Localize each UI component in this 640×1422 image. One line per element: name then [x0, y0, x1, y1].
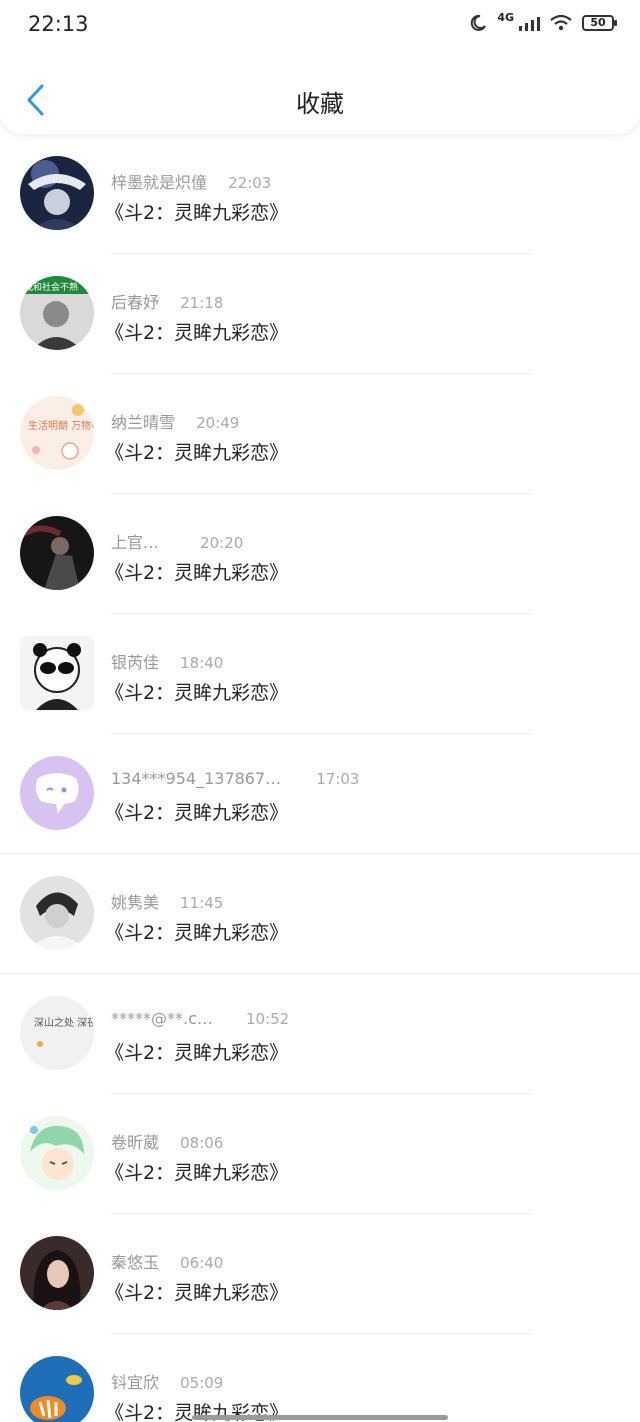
timestamp: 05:09: [180, 1374, 224, 1392]
list-item[interactable]: 134***954_137867… 17:03 《斗2：灵眸九彩恋》: [0, 734, 640, 854]
list-item[interactable]: 秦悠玉 06:40 《斗2：灵眸九彩恋》: [0, 1214, 640, 1334]
item-meta: 银芮佳 18:40: [111, 649, 223, 673]
item-content: 《斗2：灵眸九彩恋》: [105, 802, 289, 824]
avatar: [20, 876, 94, 950]
item-meta: *****@**.c… 10:52: [111, 1009, 289, 1028]
author-name: 银芮佳: [111, 653, 160, 672]
list-item[interactable]: 我和社会不熟 后春妤 21:18 《斗2：灵眸九彩恋》: [0, 254, 640, 374]
item-content: 《斗2：灵眸九彩恋》: [105, 322, 289, 344]
battery-icon: 50: [582, 15, 617, 31]
author-name: 纳兰晴雪: [111, 413, 176, 432]
home-indicator[interactable]: [192, 1415, 448, 1420]
status-time: 22:13: [28, 12, 89, 36]
svg-text:深山之处 深夜而: 深山之处 深夜而: [34, 1016, 94, 1029]
author-name: 梓墨就是炽僮: [111, 173, 208, 192]
timestamp: 18:40: [180, 654, 224, 672]
item-content: 《斗2：灵眸九彩恋》: [105, 1282, 289, 1304]
author-name: *****@**.c…: [111, 1009, 213, 1028]
item-meta: 后春妤 21:18: [111, 289, 223, 313]
author-name: 134***954_137867…: [111, 769, 282, 788]
timestamp: 20:20: [200, 534, 244, 552]
timestamp: 17:03: [316, 770, 360, 788]
timestamp: 08:06: [180, 1134, 224, 1152]
avatar: [20, 156, 94, 230]
battery-level: 50: [590, 16, 606, 29]
timestamp: 06:40: [180, 1254, 224, 1272]
item-content: 《斗2：灵眸九彩恋》: [105, 562, 289, 584]
avatar: [20, 516, 94, 590]
item-content: 《斗2：灵眸九彩恋》: [105, 442, 289, 464]
status-icons: 4G 50: [469, 10, 617, 32]
item-meta: 上官… 20:20: [111, 529, 243, 553]
list-item[interactable]: 梓墨就是炽僮 22:03 《斗2：灵眸九彩恋》: [0, 134, 640, 254]
network-type: 4G: [497, 10, 514, 24]
item-meta: 秦悠玉 06:40: [111, 1249, 223, 1273]
app-header: 22:13 4G 50 收藏: [0, 0, 640, 134]
timestamp: 11:45: [180, 894, 224, 912]
timestamp: 21:18: [180, 294, 224, 312]
avatar: [20, 636, 94, 710]
author-name: 姚隽美: [111, 893, 160, 912]
author-name: 钭宜欣: [111, 1373, 160, 1392]
item-content: 《斗2：灵眸九彩恋》: [105, 922, 289, 944]
wifi-icon: [550, 14, 572, 31]
svg-text:生活明朗 万物可爱: 生活明朗 万物可爱: [28, 419, 94, 432]
author-name: 卷昕葳: [111, 1133, 160, 1152]
list-item[interactable]: 姚隽美 11:45 《斗2：灵眸九彩恋》: [0, 854, 640, 974]
page-title: 收藏: [296, 90, 344, 118]
avatar: 生活明朗 万物可爱: [20, 396, 94, 470]
author-name: 上官…: [111, 533, 160, 552]
avatar: 我和社会不熟: [20, 276, 94, 350]
avatar: [20, 1356, 94, 1422]
signal-icon: [519, 17, 540, 31]
item-meta: 梓墨就是炽僮 22:03: [111, 169, 271, 193]
item-meta: 纳兰晴雪 20:49: [111, 409, 239, 433]
svg-text:我和社会不熟: 我和社会不熟: [24, 281, 78, 293]
list-item[interactable]: 钭宜欣 05:09 《斗2：灵眸九彩恋》: [0, 1334, 640, 1422]
item-content: 《斗2：灵眸九彩恋》: [105, 682, 289, 704]
avatar: 深山之处 深夜而: [20, 996, 94, 1070]
item-meta: 134***954_137867… 17:03: [111, 769, 359, 788]
list-item[interactable]: 银芮佳 18:40 《斗2：灵眸九彩恋》: [0, 614, 640, 734]
item-content: 《斗2：灵眸九彩恋》: [105, 202, 289, 224]
moon-icon: [471, 14, 487, 31]
timestamp: 22:03: [228, 174, 272, 192]
author-name: 秦悠玉: [111, 1253, 160, 1272]
list-item[interactable]: 生活明朗 万物可爱 纳兰晴雪 20:49 《斗2：灵眸九彩恋》: [0, 374, 640, 494]
avatar: [20, 1116, 94, 1190]
favorites-list: 梓墨就是炽僮 22:03 《斗2：灵眸九彩恋》 我和社会不熟 后春妤 21:18…: [0, 134, 640, 1422]
timestamp: 10:52: [245, 1010, 290, 1028]
author-name: 后春妤: [111, 293, 160, 312]
item-meta: 钭宜欣 05:09: [111, 1369, 223, 1393]
list-item[interactable]: 深山之处 深夜而 *****@**.c… 10:52 《斗2：灵眸九彩恋》: [0, 974, 640, 1094]
item-meta: 姚隽美 11:45: [111, 889, 223, 913]
item-content: 《斗2：灵眸九彩恋》: [105, 1162, 289, 1184]
avatar: [20, 1236, 94, 1310]
list-item[interactable]: 上官… 20:20 《斗2：灵眸九彩恋》: [0, 494, 640, 614]
item-content: 《斗2：灵眸九彩恋》: [105, 1042, 289, 1064]
timestamp: 20:49: [196, 414, 240, 432]
avatar: [20, 756, 94, 830]
list-item[interactable]: 卷昕葳 08:06 《斗2：灵眸九彩恋》: [0, 1094, 640, 1214]
item-meta: 卷昕葳 08:06: [111, 1129, 223, 1153]
